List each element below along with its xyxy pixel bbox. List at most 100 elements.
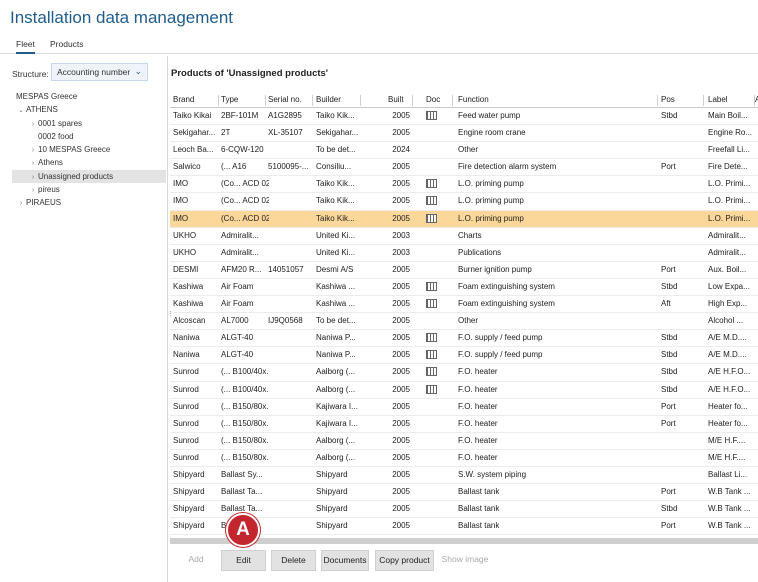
column-header[interactable]: Label bbox=[708, 95, 758, 104]
tree-item[interactable]: MESPAS Greece bbox=[0, 90, 166, 103]
tree-item[interactable]: › Athens bbox=[0, 156, 166, 169]
column-separator[interactable] bbox=[412, 95, 413, 106]
table-row[interactable]: UKHO Admiralit... United Ki... 2003 Publicat… bbox=[170, 245, 758, 262]
table-row[interactable]: Shipyard Ballast Ta... Shipyard 2005 Ballast… bbox=[170, 501, 758, 519]
table-row[interactable]: IMO (Co... ACD 025-... Taiko Kik... 2005 L.O… bbox=[170, 193, 758, 211]
table-row[interactable]: Sunrod (... B150/80x... Aalborg (... 2005 F.… bbox=[170, 433, 758, 450]
tree-item[interactable]: › Unassigned products bbox=[12, 169, 166, 184]
column-separator[interactable] bbox=[703, 95, 704, 106]
document-icon[interactable] bbox=[426, 384, 437, 394]
column-header[interactable]: Built bbox=[388, 95, 414, 104]
annotation-badge: A bbox=[226, 513, 260, 547]
chevron-right-icon[interactable]: › bbox=[28, 157, 38, 170]
table-row[interactable]: IMO (Co... ACD 025-... Taiko Kik... 2005 L.O… bbox=[170, 210, 758, 228]
show-image-button[interactable]: Show image bbox=[440, 550, 490, 571]
table-row[interactable]: DESMI AFM20 R... 14051057 Desmi A/S 2005 Burn… bbox=[170, 262, 758, 279]
add-button[interactable]: Add bbox=[180, 550, 212, 571]
column-header[interactable]: Serial no. bbox=[268, 95, 316, 104]
tree-item[interactable]: › 10 MESPAS Greece bbox=[0, 143, 166, 156]
table-row[interactable]: Alcoscan AL7000 IJ9Q0568 To be det... 2005 Ot… bbox=[170, 313, 758, 331]
tab-bar: Fleet Products bbox=[0, 36, 758, 54]
cell-type: AFM20 R... bbox=[221, 264, 262, 274]
table-row[interactable]: Kashiwa Air Foam Kashiwa ... 2005 Foam extin… bbox=[170, 279, 758, 297]
structure-select[interactable]: Accounting number ⌄ bbox=[51, 63, 148, 81]
tab-fleet[interactable]: Fleet bbox=[16, 39, 35, 54]
chevron-right-icon[interactable]: › bbox=[28, 171, 38, 184]
tree-item[interactable]: › PIRAEUS bbox=[0, 196, 166, 209]
chevron-right-icon[interactable]: › bbox=[28, 144, 38, 157]
tree-item[interactable]: 0002 food bbox=[0, 130, 166, 143]
copy-product-button[interactable]: Copy product bbox=[375, 550, 434, 571]
chevron-right-icon[interactable]: › bbox=[28, 118, 38, 131]
cell-built: 2005 bbox=[392, 264, 410, 274]
column-separator[interactable] bbox=[452, 95, 453, 106]
documents-button[interactable]: Documents bbox=[321, 550, 369, 571]
column-separator[interactable] bbox=[754, 95, 755, 106]
cell-function: Other bbox=[458, 316, 479, 326]
chevron-right-icon[interactable]: › bbox=[28, 184, 38, 197]
column-separator[interactable] bbox=[657, 95, 658, 106]
table-row[interactable]: Kashiwa Air Foam Kashiwa ... 2005 Foam extin… bbox=[170, 296, 758, 314]
tab-products[interactable]: Products bbox=[50, 39, 84, 49]
chevron-down-icon[interactable]: ⌄ bbox=[16, 104, 26, 117]
cell-builder: Shipyard bbox=[316, 504, 348, 514]
cell-type: (... B100/40x... bbox=[221, 367, 269, 377]
table-row[interactable]: Shipyard Ballast Sy... Shipyard 2005 S.W. sy… bbox=[170, 467, 758, 485]
cell-brand: Shipyard bbox=[173, 487, 205, 497]
column-separator[interactable] bbox=[218, 95, 219, 106]
table-row[interactable]: Salwico (... A16 5100095-... Consiliu... 200… bbox=[170, 159, 758, 177]
cell-brand: Sunrod bbox=[173, 452, 199, 462]
column-header[interactable]: Builder bbox=[316, 95, 364, 104]
table-row[interactable]: Sekigahar... 2T XL-35107 Sekigahar... 2005 En… bbox=[170, 125, 758, 143]
column-header[interactable]: Pos bbox=[661, 95, 705, 104]
table-row[interactable]: Leoch Ba... 6-CQW-120 To be det... 2024 Othe… bbox=[170, 142, 758, 160]
table-row[interactable]: Naniwa ALGT-40 Naniwa P... 2005 F.O. supply … bbox=[170, 330, 758, 348]
table-row[interactable]: Sunrod (... B150/80x... Aalborg (... 2005 F.… bbox=[170, 450, 758, 467]
cell-label: Admiralit... bbox=[708, 230, 746, 240]
cell-function: S.W. system piping bbox=[458, 469, 527, 479]
tree-item[interactable]: ⌄ ATHENS bbox=[0, 103, 166, 116]
cell-builder: Taiko Kik... bbox=[316, 179, 355, 189]
table-row[interactable]: IMO (Co... ACD 025-... Taiko Kik... 2005 L.O… bbox=[170, 176, 758, 194]
cell-brand: IMO bbox=[173, 179, 189, 189]
document-icon[interactable] bbox=[426, 111, 437, 120]
cell-label: Admiralit... bbox=[708, 247, 746, 257]
cell-brand: Naniwa bbox=[173, 350, 200, 360]
app-title: Installation data management bbox=[10, 8, 234, 27]
document-icon[interactable] bbox=[426, 179, 437, 189]
cell-builder: To be det... bbox=[316, 316, 356, 326]
chevron-right-icon[interactable]: › bbox=[16, 197, 26, 210]
document-icon[interactable] bbox=[426, 299, 437, 309]
table-row[interactable]: Naniwa ALGT-40 Naniwa P... 2005 F.O. supply … bbox=[170, 347, 758, 365]
column-header[interactable]: Function bbox=[458, 95, 662, 104]
column-header[interactable]: Doc bbox=[426, 95, 444, 104]
column-separator[interactable] bbox=[265, 95, 266, 106]
cell-built: 2005 bbox=[392, 281, 410, 291]
column-separator[interactable] bbox=[312, 95, 313, 106]
table-row[interactable]: Sunrod (... B150/80x... Kajiwara I... 2005 F… bbox=[170, 399, 758, 416]
document-icon[interactable] bbox=[426, 350, 437, 360]
cell-label: A/E H.F.O... bbox=[708, 384, 751, 394]
column-header[interactable]: Brand bbox=[173, 95, 221, 104]
column-header[interactable]: Type bbox=[221, 95, 270, 104]
table-row[interactable]: Sunrod (... B100/40x... Aalborg (... 2005 F.… bbox=[170, 364, 758, 382]
tree-item[interactable]: › 0001 spares bbox=[0, 117, 166, 130]
edit-button[interactable]: Edit bbox=[221, 550, 266, 571]
document-icon[interactable] bbox=[426, 367, 437, 377]
column-separator[interactable] bbox=[360, 95, 361, 106]
document-icon[interactable] bbox=[426, 333, 437, 343]
document-icon[interactable] bbox=[426, 213, 437, 223]
table-row[interactable]: Sunrod (... B150/80x... Kajiwara I... 2005 F… bbox=[170, 416, 758, 433]
table-row[interactable]: Sunrod (... B100/40x... Aalborg (... 2005 F.… bbox=[170, 382, 758, 399]
document-icon[interactable] bbox=[426, 196, 437, 206]
cell-builder: Aalborg (... bbox=[316, 452, 356, 462]
scrollbar-thumb[interactable] bbox=[170, 538, 758, 544]
table-row[interactable]: Taiko Kikai 2BF-101M A1G2895 Taiko Kik... 20… bbox=[170, 108, 758, 126]
tree-item[interactable]: › pireus bbox=[0, 183, 166, 196]
cell-type: (... B150/80x... bbox=[221, 452, 269, 462]
delete-button[interactable]: Delete bbox=[271, 550, 316, 571]
table-row[interactable]: Shipyard Ballast Ta... Shipyard 2005 Ballast… bbox=[170, 484, 758, 502]
document-icon[interactable] bbox=[426, 281, 437, 291]
table-row[interactable]: UKHO Admiralit... United Ki... 2003 Charts Ad… bbox=[170, 228, 758, 245]
horizontal-scrollbar[interactable] bbox=[170, 538, 758, 544]
